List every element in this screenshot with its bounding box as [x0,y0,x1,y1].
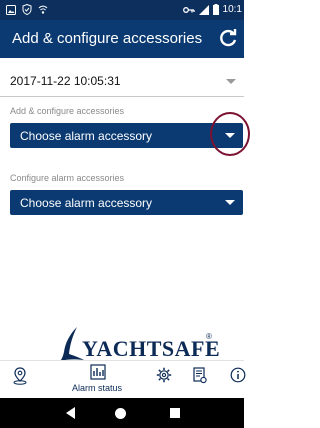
refresh-icon[interactable] [216,26,240,50]
home-icon[interactable] [115,408,126,419]
status-time: 10:1 [222,4,242,15]
recent-apps-icon[interactable] [170,408,180,418]
date-value: 2017-11-22 10:05:31 [10,74,121,88]
info-icon[interactable] [230,367,246,383]
registered-mark: ® [206,332,212,341]
configure-section-label: Configure alarm accessories [10,173,125,183]
add-accessory-select-value: Choose alarm accessory [20,129,153,143]
signal-icon [198,4,209,15]
system-nav-bar [0,398,244,428]
alarm-status-icon [90,364,106,380]
date-selector[interactable]: 2017-11-22 10:05:31 [0,64,244,97]
nav-label-alarm-status: Alarm status [72,383,123,393]
logo-text: YACHTSAFE [82,336,221,361]
shield-icon [22,4,32,15]
wifi-icon [38,5,48,14]
battery-icon [212,4,219,15]
key-icon [182,6,195,13]
page-title: Add & configure accessories [12,30,203,47]
bottom-nav: Alarm status [0,360,246,399]
status-bar: 10:1 [0,0,244,20]
image-notification-icon [6,4,16,15]
dropdown-arrow-icon[interactable] [225,200,235,205]
document-settings-icon[interactable] [193,367,207,384]
configure-accessory-select[interactable]: Choose alarm accessory [10,190,243,215]
back-icon[interactable] [66,407,75,419]
highlight-ring [210,112,250,156]
add-section-label: Add & configure accessories [10,106,125,116]
configure-accessory-select-value: Choose alarm accessory [20,196,153,210]
app-bar: Add & configure accessories [0,20,244,58]
add-accessory-select[interactable]: Choose alarm accessory [10,123,243,148]
location-icon[interactable] [12,367,28,385]
gear-icon[interactable] [156,367,172,383]
yachtsafe-logo: YACHTSAFE ® [60,326,220,364]
chevron-down-icon [226,79,236,84]
